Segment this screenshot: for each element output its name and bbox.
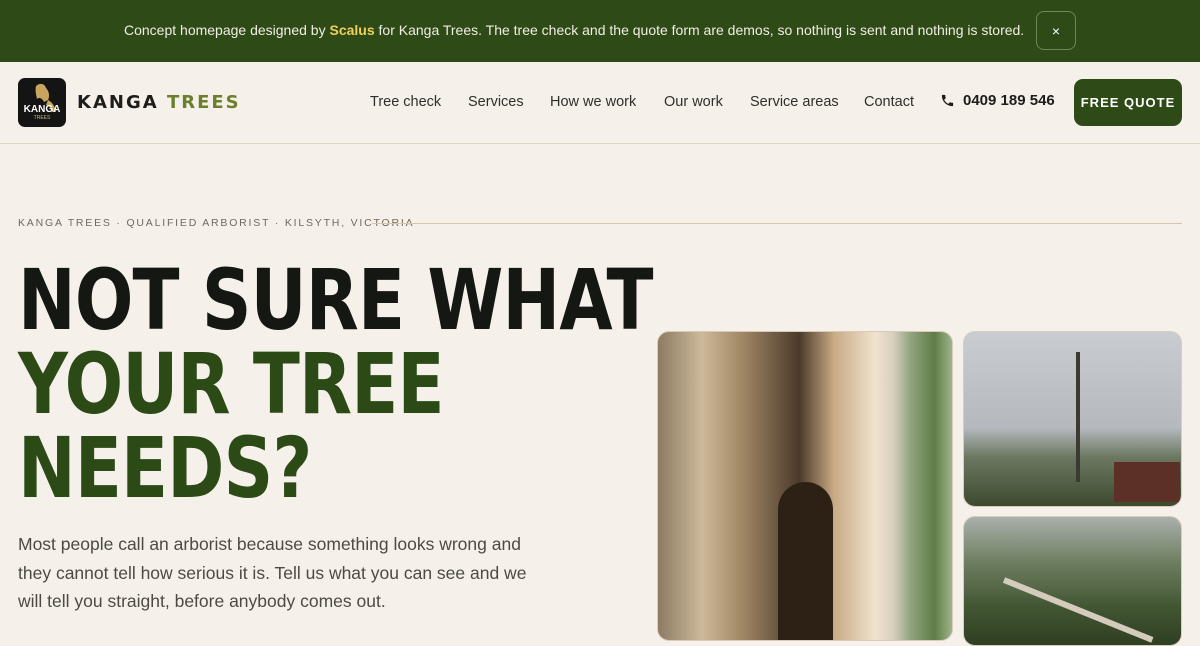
demo-banner: Concept homepage designed by Scalus for … [0, 0, 1200, 62]
nav-link-service-areas[interactable]: Service areas [750, 94, 839, 110]
site-header: KANGA TREES KANGA TREES Tree check Servi… [0, 62, 1200, 144]
brand-name[interactable]: KANGA TREES [77, 92, 241, 113]
hollow-trunk-photo [657, 331, 953, 641]
tree-climb-photo [963, 331, 1182, 507]
close-banner-button[interactable]: × [1036, 11, 1076, 50]
hero-eyebrow: KANGA TREES · QUALIFIED ARBORIST · KILSY… [18, 217, 415, 229]
house-roof [1114, 462, 1180, 502]
logo[interactable]: KANGA TREES [18, 78, 66, 127]
headline-line-3: NEEDS? [18, 419, 312, 517]
logo-word: KANGA [23, 104, 61, 115]
fallen-tree-photo [963, 516, 1182, 646]
nav-link-our-work[interactable]: Our work [664, 94, 723, 110]
brand-second: TREES [166, 92, 241, 113]
banner-suffix: for Kanga Trees. The tree check and the … [378, 22, 1025, 38]
banner-text: Concept homepage designed by Scalus for … [124, 22, 1024, 38]
fallen-branch [1002, 577, 1154, 643]
headline-line-1: NOT SURE WHAT [18, 251, 654, 349]
nav-link-contact[interactable]: Contact [864, 94, 914, 110]
brand-first: KANGA [77, 92, 159, 113]
tree-trunk [1076, 352, 1080, 482]
logo-sub: TREES [33, 115, 51, 121]
free-quote-button[interactable]: FREE QUOTE [1074, 79, 1182, 126]
headline-line-2: YOUR TREE [18, 335, 445, 433]
nav-link-services[interactable]: Services [468, 94, 524, 110]
close-icon: × [1051, 22, 1061, 39]
nav-link-tree-check[interactable]: Tree check [370, 94, 441, 110]
phone-link[interactable]: 0409 189 546 [940, 92, 1055, 109]
eyebrow-divider [372, 223, 1182, 224]
banner-brand-link[interactable]: Scalus [329, 22, 374, 38]
hero-headline: NOT SURE WHAT YOUR TREE NEEDS? [18, 251, 654, 517]
hero-intro: Most people call an arborist because som… [18, 534, 527, 611]
phone-icon [941, 94, 954, 107]
banner-prefix: Concept homepage designed by [124, 22, 326, 38]
phone-number: 0409 189 546 [963, 92, 1055, 109]
trunk-hollow [778, 482, 833, 640]
nav-link-how-we-work[interactable]: How we work [550, 94, 636, 110]
